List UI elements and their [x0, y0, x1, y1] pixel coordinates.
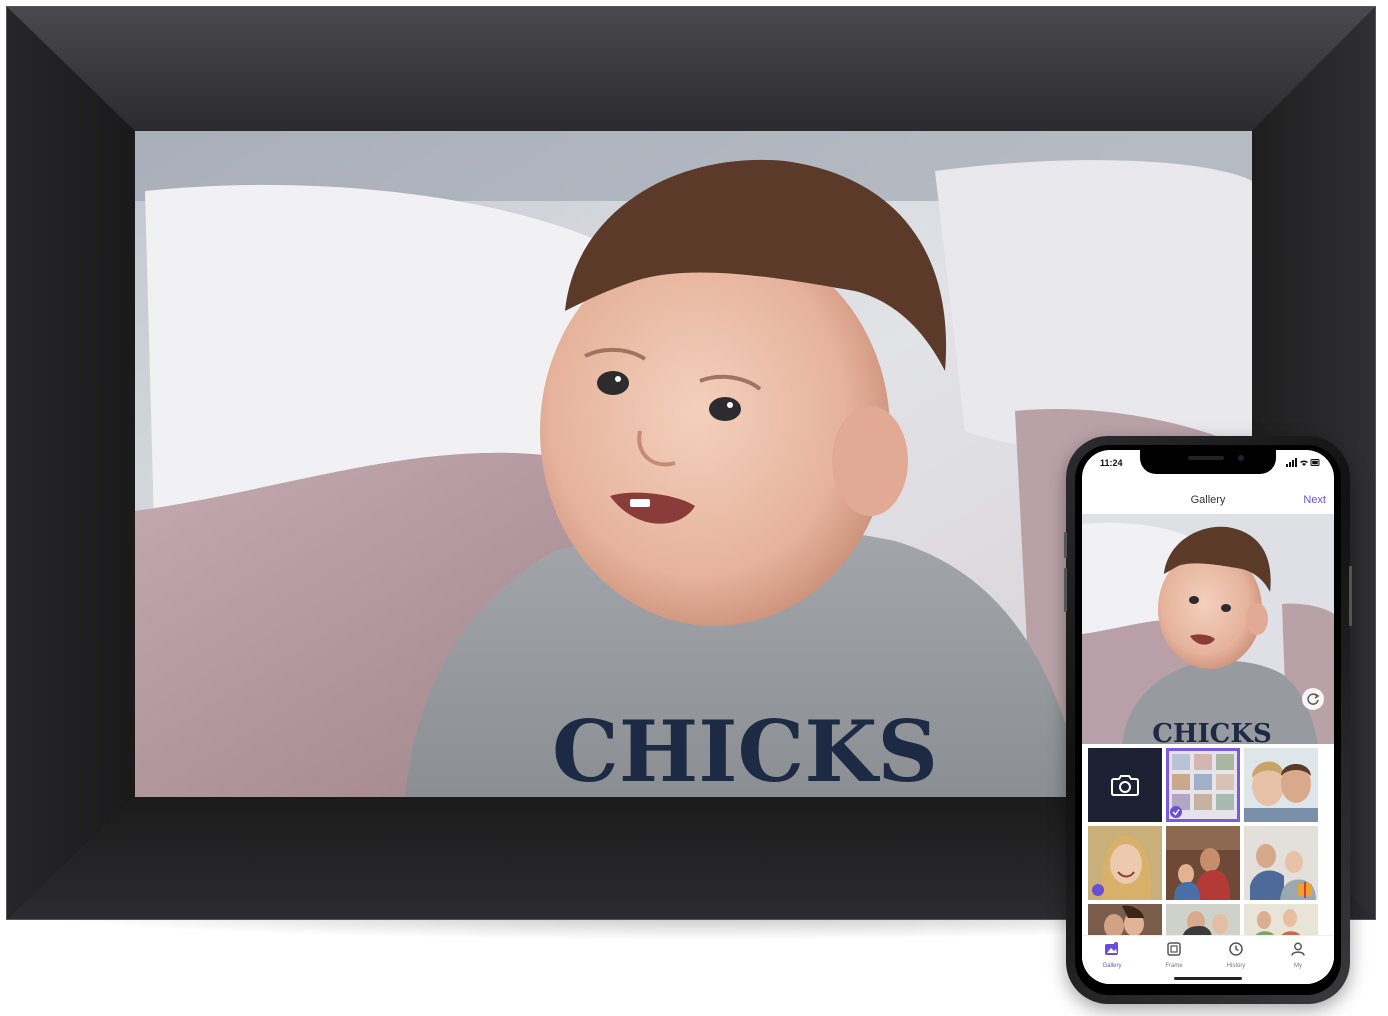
tab-label: History: [1226, 963, 1246, 969]
gallery-grid: [1088, 748, 1328, 938]
tab-label: Frame: [1165, 963, 1183, 969]
page-title: Gallery: [1190, 494, 1226, 506]
tab-history[interactable]: History: [1216, 942, 1256, 969]
photo-preview: CHICKS: [1082, 514, 1334, 744]
preview-shirt-text: CHICKS: [1152, 719, 1272, 744]
tab-gallery[interactable]: Gallery: [1092, 942, 1132, 969]
status-time: 11:24: [1100, 458, 1123, 468]
signal-wifi-battery-icon: [1286, 458, 1320, 467]
camera-tile[interactable]: [1088, 748, 1162, 822]
tab-frame[interactable]: Frame: [1154, 942, 1194, 969]
kiss-thumbnail: [1088, 904, 1162, 938]
gallery-icon: [1105, 942, 1118, 955]
speaker: [1188, 456, 1224, 460]
power-button: [1349, 566, 1352, 626]
preview-baby-photo: CHICKS: [1082, 514, 1334, 744]
couple-thumbnail: [1244, 748, 1318, 822]
bottom-tab-bar: Gallery Frame History My: [1082, 935, 1334, 984]
frame-shirt-text: CHICKS: [552, 702, 938, 797]
woman-thumbnail: [1088, 826, 1162, 900]
gallery-thumbnail-children[interactable]: [1166, 826, 1240, 900]
gallery-thumbnail-outdoor[interactable]: [1166, 904, 1240, 938]
status-icons: [1286, 458, 1320, 469]
person-icon: [1291, 942, 1305, 956]
frame-icon: [1167, 942, 1181, 956]
tab-label: My: [1294, 963, 1302, 969]
next-button[interactable]: Next: [1303, 494, 1326, 506]
side-button: [1064, 532, 1067, 558]
kids-play-thumbnail: [1244, 904, 1318, 938]
phone-notch: [1140, 450, 1276, 474]
app-header: Gallery Next: [1082, 490, 1334, 512]
outdoor-thumbnail: [1166, 904, 1240, 938]
smartphone: 11:24 Gallery Next CHICKS Gallery Frame …: [1064, 436, 1352, 1004]
history-icon: [1229, 942, 1243, 956]
gallery-thumbnail-couple[interactable]: [1244, 748, 1318, 822]
gallery-thumbnail-kids-play[interactable]: [1244, 904, 1318, 938]
tab-label: Gallery: [1102, 963, 1122, 969]
rotate-button[interactable]: [1302, 688, 1324, 710]
gallery-thumbnail-kiss[interactable]: [1088, 904, 1162, 938]
home-indicator: [1174, 977, 1242, 980]
front-camera: [1238, 455, 1244, 461]
children-thumbnail: [1166, 826, 1240, 900]
collage-thumbnail: [1166, 748, 1240, 822]
rotate-icon: [1307, 693, 1320, 705]
volume-up-button: [1064, 568, 1067, 612]
family-thumbnail: [1244, 826, 1318, 900]
tab-my[interactable]: My: [1278, 942, 1318, 969]
gallery-thumbnail-family[interactable]: [1244, 826, 1318, 900]
camera-icon: [1111, 775, 1139, 796]
gallery-thumbnail-collage[interactable]: [1166, 748, 1240, 822]
phone-screen: 11:24 Gallery Next CHICKS Gallery Frame …: [1082, 450, 1334, 984]
gallery-thumbnail-woman[interactable]: [1088, 826, 1162, 900]
